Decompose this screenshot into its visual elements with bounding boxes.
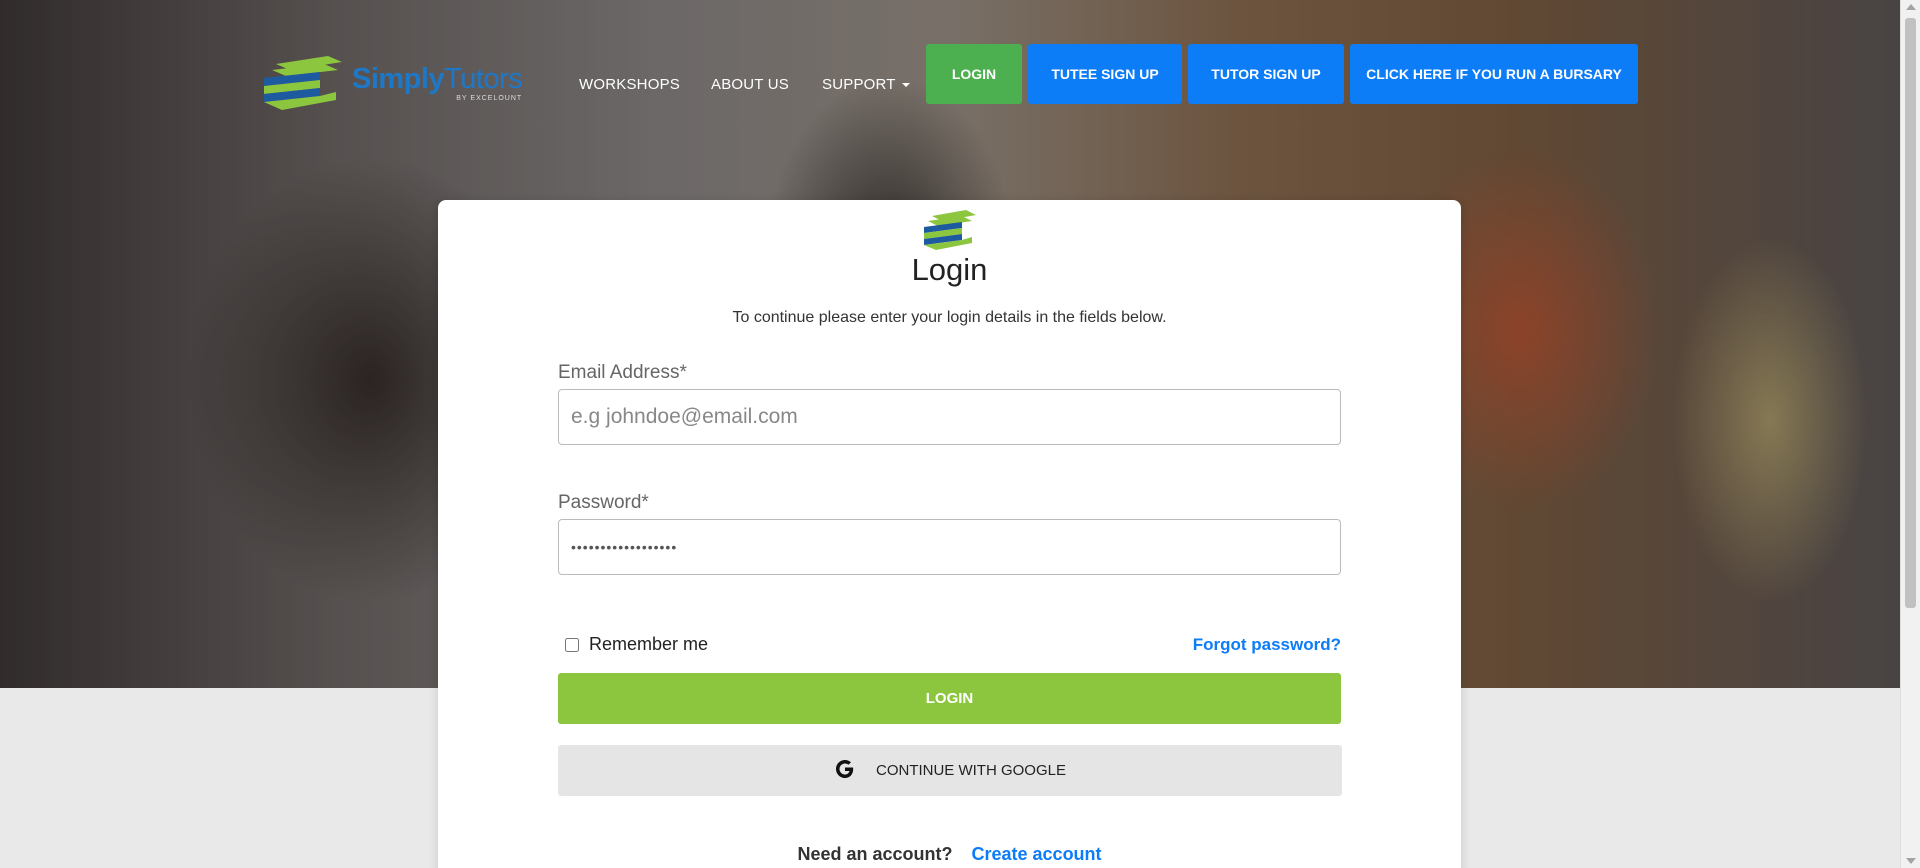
scroll-up-icon[interactable] — [1906, 4, 1916, 10]
books-icon — [922, 210, 978, 255]
scroll-down-icon[interactable] — [1906, 858, 1916, 864]
logo-tagline: BY EXCELOUNT — [456, 94, 523, 102]
need-account-text: Need an account? — [797, 844, 953, 864]
remember-me[interactable]: Remember me — [565, 634, 708, 655]
google-icon — [834, 758, 856, 784]
remember-me-checkbox[interactable] — [565, 637, 579, 652]
bursary-button[interactable]: CLICK HERE IF YOU RUN A BURSARY — [1350, 44, 1638, 104]
tutee-signup-button[interactable]: TUTEE SIGN UP — [1028, 44, 1182, 104]
password-label: Password* — [558, 492, 649, 513]
header-login-button[interactable]: LOGIN — [926, 44, 1022, 104]
email-label: Email Address* — [558, 362, 687, 383]
create-account-link[interactable]: Create account — [972, 844, 1102, 864]
nav-workshops[interactable]: WORKSHOPS — [579, 76, 680, 93]
remember-me-label: Remember me — [589, 634, 709, 654]
page-title: Login — [911, 252, 988, 287]
email-field[interactable] — [558, 389, 1341, 445]
continue-with-google-button[interactable]: CONTINUE WITH GOOGLE — [558, 745, 1342, 796]
scrollbar-thumb[interactable] — [1905, 18, 1916, 608]
login-card: Login To continue please enter your logi… — [438, 200, 1461, 868]
nav-about-us[interactable]: ABOUT US — [711, 76, 789, 93]
password-field[interactable] — [558, 519, 1341, 575]
tutor-signup-button[interactable]: TUTOR SIGN UP — [1188, 44, 1344, 104]
login-button[interactable]: LOGIN — [558, 673, 1341, 724]
logo-brand-bold: Simply — [352, 62, 445, 95]
signup-prompt: Need an account? Create account — [438, 844, 1461, 865]
forgot-password-link[interactable]: Forgot password? — [1193, 635, 1341, 655]
login-instructions: To continue please enter your login deta… — [732, 309, 1167, 326]
page-scrollbar[interactable] — [1900, 0, 1920, 868]
site-logo[interactable]: SimplyTutors BY EXCELOUNT — [262, 56, 523, 110]
nav-support-dropdown[interactable]: SUPPORT — [822, 76, 910, 93]
google-button-label: CONTINUE WITH GOOGLE — [875, 762, 1066, 779]
logo-brand-light: Tutors — [444, 62, 523, 95]
books-logo-icon — [264, 56, 342, 110]
